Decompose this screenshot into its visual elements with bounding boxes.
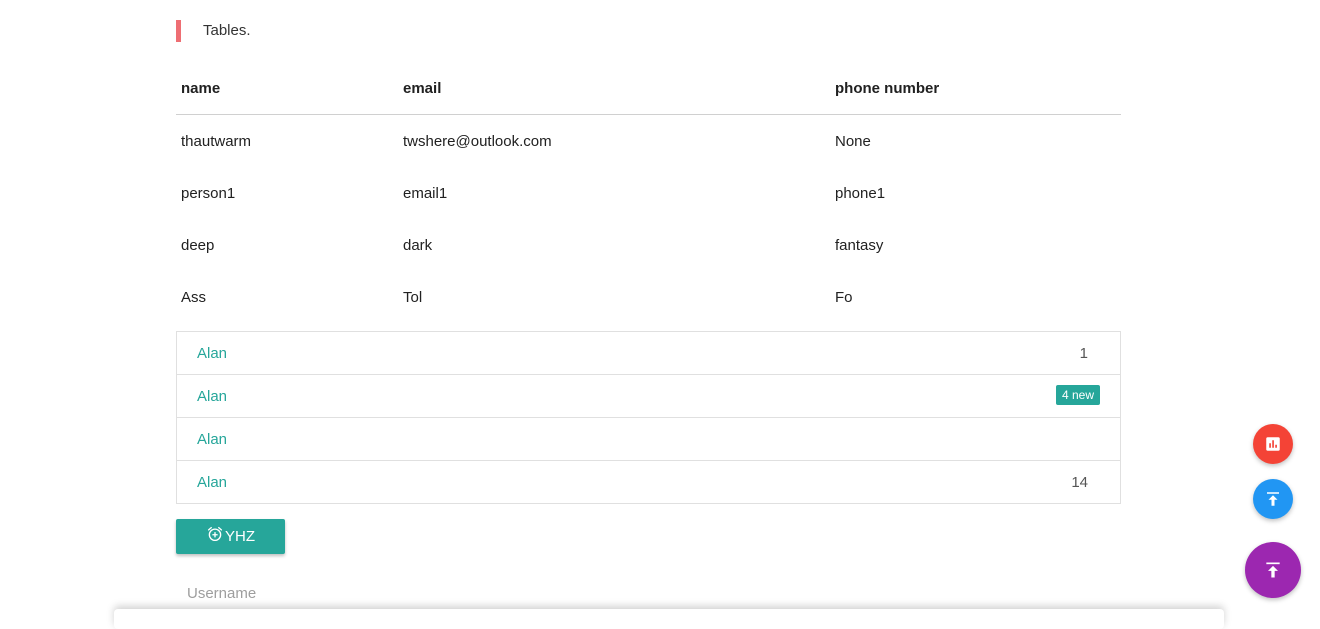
data-table: name email phone number thautwarm twsher… xyxy=(176,63,1121,323)
table-cell-phone: phone1 xyxy=(835,184,886,202)
table-row: thautwarm twshere@outlook.com None xyxy=(176,115,1121,168)
collection-item-link[interactable]: Alan xyxy=(197,431,227,448)
yhz-button-label: YHZ xyxy=(225,528,255,545)
new-badge: 4 new xyxy=(1055,385,1100,405)
collection-item-count: 1 xyxy=(1079,345,1088,362)
column-header-email: email xyxy=(398,63,830,115)
vertical-align-top-icon xyxy=(1266,562,1280,578)
username-input[interactable] xyxy=(176,578,1132,608)
table-cell-name: Ass xyxy=(181,288,207,306)
table-row: person1 email1 phone1 xyxy=(176,167,1121,219)
table-cell-email: Tol xyxy=(403,288,423,306)
collection-item: Alan xyxy=(177,418,1120,461)
table-cell-phone: None xyxy=(835,132,871,150)
main-fab-button[interactable] xyxy=(1245,542,1301,598)
collection-item-link[interactable]: Alan xyxy=(197,345,227,362)
bottom-card-edge xyxy=(114,609,1224,629)
table-cell-phone: Fo xyxy=(835,288,853,306)
chart-fab-button[interactable] xyxy=(1253,424,1293,464)
table-cell-email: dark xyxy=(403,236,433,254)
collection-item-link[interactable]: Alan xyxy=(197,388,227,405)
scroll-top-fab-button[interactable] xyxy=(1253,479,1293,519)
collection-item-count: 14 xyxy=(1071,474,1088,491)
table-header-row: name email phone number xyxy=(176,63,1121,115)
vertical-align-top-icon xyxy=(1267,492,1279,506)
blockquote-border xyxy=(176,20,181,42)
collection-item-link[interactable]: Alan xyxy=(197,474,227,491)
table-cell-name: thautwarm xyxy=(181,132,252,150)
collection-list: Alan 1 Alan 4 new Alan Alan 14 xyxy=(176,331,1121,504)
table-cell-email: twshere@outlook.com xyxy=(403,132,552,150)
insert-chart-icon xyxy=(1266,437,1280,451)
table-cell-email: email1 xyxy=(403,184,448,202)
collection-item: Alan 14 xyxy=(177,461,1120,503)
blockquote-text: Tables. xyxy=(203,22,251,39)
table-row: Ass Tol Fo xyxy=(176,271,1121,323)
table-cell-phone: fantasy xyxy=(835,236,884,254)
table-row: deep dark fantasy xyxy=(176,219,1121,271)
alarm-add-icon xyxy=(206,525,224,543)
table-cell-name: person1 xyxy=(181,184,236,202)
collection-item: Alan 4 new xyxy=(177,375,1120,418)
collection-item: Alan 1 xyxy=(177,332,1120,375)
column-header-phone: phone number xyxy=(830,63,1121,115)
table-cell-name: deep xyxy=(181,236,215,254)
column-header-name: name xyxy=(176,63,398,115)
yhz-button[interactable]: YHZ xyxy=(176,519,285,554)
